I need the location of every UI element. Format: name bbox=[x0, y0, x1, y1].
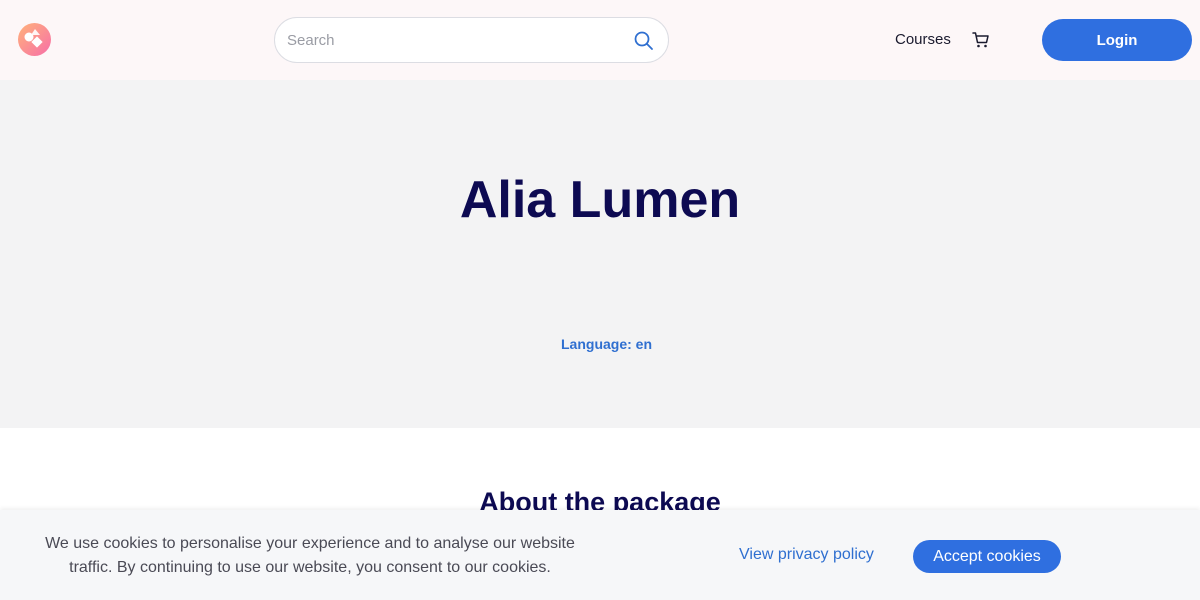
page-title: Alia Lumen bbox=[459, 171, 741, 229]
cookie-message: We use cookies to personalise your exper… bbox=[45, 535, 575, 576]
brand-logo-icon[interactable] bbox=[18, 23, 51, 56]
search-box bbox=[274, 17, 669, 63]
accept-cookies-button[interactable]: Accept cookies bbox=[913, 540, 1061, 573]
search-input[interactable] bbox=[287, 28, 617, 52]
hero-section: Alia Lumen Language: en bbox=[0, 80, 1200, 428]
cookie-banner: We use cookies to personalise your exper… bbox=[0, 510, 1200, 600]
cart-icon[interactable] bbox=[971, 30, 991, 50]
site-header: Courses Login bbox=[0, 0, 1200, 80]
search-icon[interactable] bbox=[633, 30, 655, 52]
nav-courses-link[interactable]: Courses bbox=[895, 31, 951, 48]
language-label: Language: en bbox=[561, 336, 653, 352]
login-button[interactable]: Login bbox=[1042, 19, 1192, 61]
privacy-policy-link[interactable]: View privacy policy bbox=[739, 546, 874, 564]
